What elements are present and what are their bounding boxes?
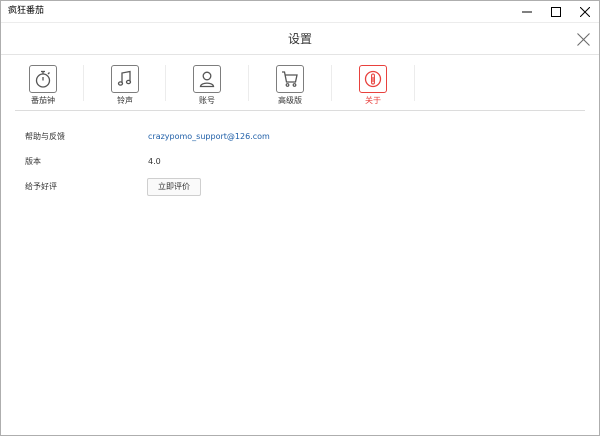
app-window: 疯狂番茄 设置 番茄钟 铃声 账号 高级版 关于 帮助与反馈 crazypomo… [0, 0, 600, 436]
support-email-link[interactable]: crazypomo_support@126.com [148, 131, 270, 142]
version-label: 版本 [25, 157, 41, 166]
minimize-icon [521, 11, 532, 12]
window-close-button[interactable] [566, 1, 600, 22]
tab-label: 账号 [199, 96, 215, 105]
title-bar: 疯狂番茄 [1, 1, 599, 22]
rate-label: 给予好评 [25, 182, 57, 191]
stopwatch-icon [29, 65, 57, 93]
tab-about[interactable]: 关于 [345, 65, 401, 109]
maximize-icon [550, 6, 561, 17]
tab-separator [83, 65, 84, 101]
tab-separator [248, 65, 249, 101]
tab-premium[interactable]: 高级版 [262, 65, 318, 109]
tab-pomodoro[interactable]: 番茄钟 [15, 65, 71, 109]
settings-tabs: 番茄钟 铃声 账号 高级版 关于 [1, 55, 599, 109]
user-icon [193, 65, 221, 93]
tab-label: 铃声 [117, 96, 133, 105]
tabs-divider [15, 110, 585, 111]
app-title: 疯狂番茄 [8, 6, 45, 16]
shopping-cart-icon [276, 65, 304, 93]
tab-separator [165, 65, 166, 101]
tab-separator [414, 65, 415, 101]
rate-now-button[interactable]: 立即评价 [147, 178, 201, 196]
tab-separator [331, 65, 332, 101]
close-icon [576, 32, 590, 46]
help-feedback-label: 帮助与反馈 [25, 132, 65, 141]
tab-label: 番茄钟 [31, 96, 55, 105]
page-title: 设置 [287, 32, 312, 46]
info-icon [359, 65, 387, 93]
tab-label: 高级版 [278, 96, 302, 105]
tab-account[interactable]: 账号 [179, 65, 235, 109]
music-note-icon [111, 65, 139, 93]
version-value: 4.0 [148, 157, 161, 166]
settings-close-button[interactable] [575, 31, 591, 47]
tab-label: 关于 [365, 96, 381, 105]
tab-ringtone[interactable]: 铃声 [97, 65, 153, 109]
close-icon [579, 6, 590, 17]
settings-header: 设置 [1, 22, 599, 54]
